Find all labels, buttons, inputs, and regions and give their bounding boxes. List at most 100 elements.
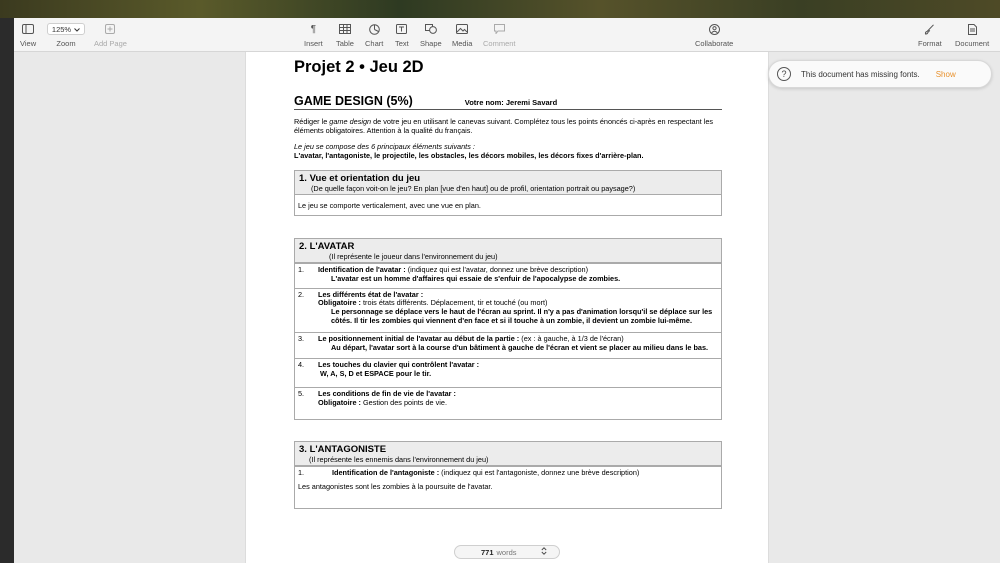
view-button[interactable]: View bbox=[20, 22, 36, 48]
design-heading: GAME DESIGN (5%) Votre nom: Jeremi Savar… bbox=[294, 94, 722, 110]
design-title: GAME DESIGN (5%) bbox=[294, 94, 413, 108]
text-box-icon bbox=[396, 22, 408, 36]
intro-text: Rédiger le bbox=[294, 117, 330, 126]
question-answer: Au départ, l'avatar sort à la course d'u… bbox=[331, 342, 709, 352]
table-button[interactable]: Table bbox=[336, 22, 354, 48]
table-icon bbox=[338, 22, 351, 36]
zoom-label: Zoom bbox=[56, 39, 76, 48]
chart-button[interactable]: Chart bbox=[365, 22, 383, 48]
chevron-down-icon bbox=[74, 25, 80, 34]
paintbrush-icon bbox=[924, 22, 935, 36]
question-mark-icon: ? bbox=[777, 67, 791, 81]
zoom-select[interactable]: 125% bbox=[47, 23, 85, 35]
question-number: 1. bbox=[298, 265, 305, 274]
document-label: Document bbox=[955, 39, 990, 48]
media-icon bbox=[456, 22, 469, 36]
desktop-background bbox=[0, 0, 1000, 18]
section-subtitle: (Il représente le joueur dans l'environn… bbox=[329, 252, 498, 261]
media-button[interactable]: Media bbox=[452, 22, 472, 48]
question-row[interactable]: 2. Les différents état de l'avatar : Obl… bbox=[295, 287, 721, 332]
view-label: View bbox=[20, 39, 37, 48]
question-hint: (ex : à gauche, à 1/3 de l'écran) bbox=[519, 333, 624, 343]
question-row[interactable]: 4. Les touches du clavier qui contrôlent… bbox=[295, 358, 721, 387]
question-hint: Gestion des points de vie. bbox=[360, 397, 447, 407]
student-name: Votre nom: Jeremi Savard bbox=[464, 98, 558, 107]
toolbar: View 125% Zoom Add Page ¶ Insert Table C… bbox=[14, 18, 1000, 52]
document-icon bbox=[967, 22, 977, 36]
shape-icon bbox=[424, 22, 437, 36]
mandatory-label: Obligatoire : bbox=[318, 397, 361, 407]
question-row[interactable]: 3. Le positionnement initial de l'avatar… bbox=[295, 331, 721, 359]
document-button[interactable]: Document bbox=[955, 22, 989, 48]
chart-label: Chart bbox=[365, 39, 384, 48]
section-title: L'AVATAR bbox=[309, 241, 355, 252]
section-antagonist: 3. L'ANTAGONISTE (Il représente les enne… bbox=[294, 440, 722, 510]
chart-icon bbox=[368, 22, 380, 36]
question-row[interactable]: 1. Identification de l'antagoniste : (in… bbox=[295, 465, 721, 509]
word-count-control[interactable]: 771 words bbox=[454, 545, 560, 559]
question-number: 3. bbox=[298, 333, 305, 343]
question-row[interactable]: 5. Les conditions de fin de vie de l'ava… bbox=[295, 386, 721, 419]
question-hint: (indiquez qui est l'antagoniste, donnez … bbox=[439, 467, 640, 477]
question-answer: W, A, S, D et ESPACE pour le tir. bbox=[320, 369, 432, 379]
media-label: Media bbox=[452, 39, 473, 48]
add-page-button[interactable]: Add Page bbox=[94, 22, 127, 48]
up-down-chevron-icon bbox=[541, 547, 547, 557]
zoom-control[interactable]: 125% Zoom bbox=[47, 22, 85, 48]
elements-intro: Le jeu se compose des 6 principaux éléme… bbox=[294, 142, 475, 151]
comment-label: Comment bbox=[483, 39, 516, 48]
missing-fonts-notice: ? This document has missing fonts. Show bbox=[768, 60, 992, 88]
question-number: 1. bbox=[298, 467, 305, 477]
insert-label: Insert bbox=[304, 39, 323, 48]
shape-button[interactable]: Shape bbox=[420, 22, 442, 48]
section-subtitle: (De quelle façon voit-on le jeu? En plan… bbox=[311, 184, 636, 193]
question-answer: L'avatar est un homme d'affaires qui ess… bbox=[331, 273, 621, 283]
collaborate-label: Collaborate bbox=[695, 39, 734, 48]
section-title: Vue et orientation du jeu bbox=[309, 173, 421, 184]
notice-message: This document has missing fonts. bbox=[801, 69, 920, 79]
question-hint: (indiquez qui est l'avatar, donnez une b… bbox=[405, 265, 589, 274]
table-label: Table bbox=[336, 39, 354, 48]
word-count-value: 771 bbox=[481, 547, 494, 557]
document-body[interactable]: Projet 2 • Jeu 2D GAME DESIGN (5%) Votre… bbox=[294, 58, 722, 510]
text-label: Text bbox=[395, 39, 409, 48]
intro-emphasis: game design bbox=[329, 117, 372, 126]
section-header: 3. L'ANTAGONISTE (Il représente les enne… bbox=[295, 441, 721, 466]
question-hint: trois états différents. Déplacement, tir… bbox=[360, 298, 548, 308]
document-page[interactable]: Projet 2 • Jeu 2D GAME DESIGN (5%) Votre… bbox=[245, 52, 769, 563]
add-page-label: Add Page bbox=[94, 39, 127, 48]
format-label: Format bbox=[918, 39, 942, 48]
zoom-value: 125% bbox=[51, 24, 72, 34]
section-number: 1. bbox=[299, 173, 307, 184]
section-avatar: 2. L'AVATAR (Il représente le joueur dan… bbox=[294, 238, 722, 420]
section-header: 1. Vue et orientation du jeu (De quelle … bbox=[295, 171, 721, 195]
format-button[interactable]: Format bbox=[918, 22, 942, 48]
section-number: 3. bbox=[299, 443, 307, 455]
insert-button[interactable]: ¶ Insert bbox=[304, 22, 323, 49]
question-label: Identification de l'antagoniste : bbox=[332, 467, 440, 477]
section-subtitle: (Il représente les ennemis dans l'enviro… bbox=[309, 454, 489, 464]
text-button[interactable]: Text bbox=[395, 22, 409, 48]
paragraph-icon: ¶ bbox=[310, 23, 317, 35]
question-number: 4. bbox=[298, 360, 305, 370]
section-view-orientation: 1. Vue et orientation du jeu (De quelle … bbox=[294, 170, 722, 216]
section-answer[interactable]: Le jeu se comporte verticalement, avec u… bbox=[295, 195, 721, 215]
question-row[interactable]: 1. Identification de l'avatar : (indique… bbox=[295, 263, 721, 288]
question-number: 2. bbox=[298, 289, 305, 299]
page-title: Projet 2 • Jeu 2D bbox=[294, 58, 424, 76]
question-label: Le positionnement initial de l'avatar au… bbox=[318, 333, 520, 343]
question-label: Identification de l'avatar : bbox=[318, 265, 406, 274]
collaborate-button[interactable]: Collaborate bbox=[695, 22, 733, 48]
question-answer: Le personnage se déplace vers le haut de… bbox=[331, 307, 713, 325]
shape-label: Shape bbox=[420, 39, 442, 48]
comment-icon bbox=[493, 22, 505, 36]
section-title: L'ANTAGONISTE bbox=[309, 443, 387, 455]
sidebar-icon bbox=[22, 22, 35, 36]
collaborate-icon bbox=[708, 22, 721, 36]
show-button[interactable]: Show bbox=[936, 70, 956, 79]
question-answer: Les antagonistes sont les zombies à la p… bbox=[298, 482, 493, 492]
comment-button[interactable]: Comment bbox=[483, 22, 516, 48]
section-header: 2. L'AVATAR (Il représente le joueur dan… bbox=[295, 239, 721, 263]
add-page-icon bbox=[105, 22, 116, 36]
elements-paragraph: Le jeu se compose des 6 principaux éléme… bbox=[294, 142, 722, 160]
